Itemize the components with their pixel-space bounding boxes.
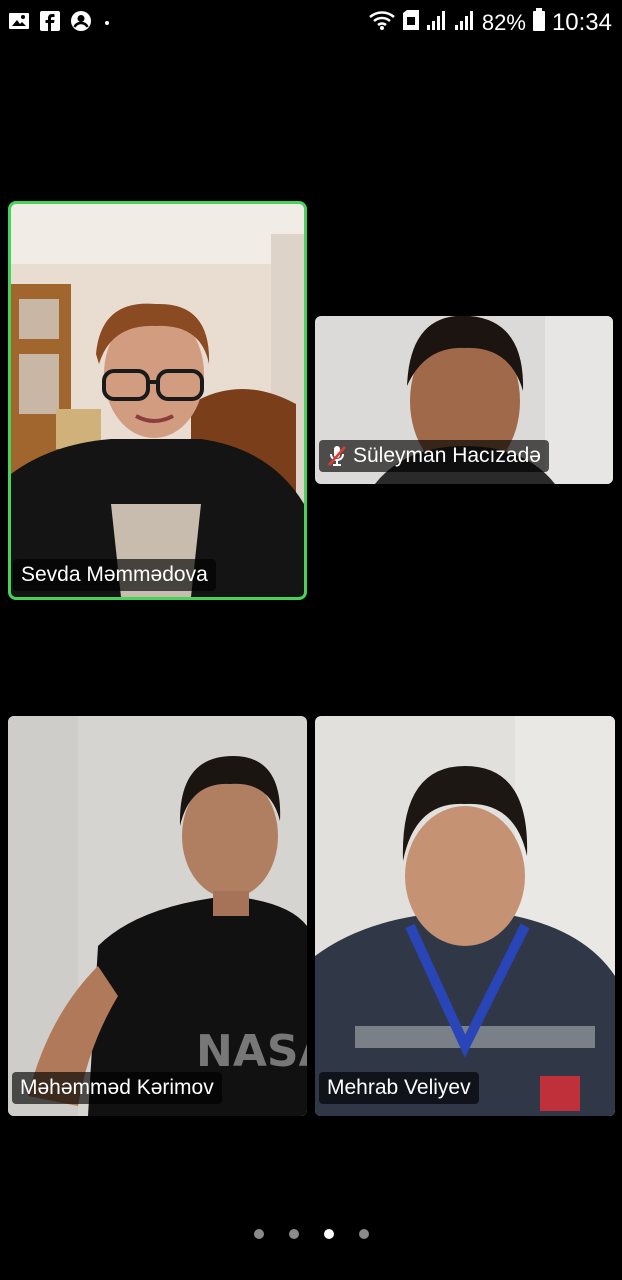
- signal-icon: [426, 9, 448, 36]
- status-left-icons: [8, 10, 112, 37]
- participant-name: Mehrab Veliyev: [327, 1076, 471, 1099]
- battery-percent: 82%: [481, 9, 526, 35]
- wifi-icon: [368, 9, 396, 36]
- clock: 10:34: [551, 8, 612, 36]
- video-feed: [315, 716, 615, 1116]
- mic-muted-icon: [327, 444, 347, 468]
- participant-name-chip: Məhəmməd Kərimov: [12, 1072, 222, 1104]
- shirt-logo: NASA: [196, 1026, 307, 1077]
- gallery-icon: [8, 11, 30, 36]
- participant-name: Məhəmməd Kərimov: [20, 1076, 214, 1099]
- facebook-icon: [40, 11, 60, 36]
- participant-name: Sevda Məmmədova: [21, 563, 208, 586]
- participant-name: Süleyman Hacızadə: [353, 444, 541, 467]
- page-dot-2[interactable]: [288, 1229, 299, 1239]
- account-icon: [70, 10, 92, 37]
- video-feed: NASA: [8, 716, 307, 1116]
- status-bar: 82% 10:34: [0, 0, 622, 44]
- video-tile-sevda[interactable]: Sevda Məmmədova: [8, 201, 307, 600]
- page-indicator: [0, 1229, 622, 1239]
- status-right-icons: 82% 10:34: [368, 8, 612, 37]
- participant-name-chip: Sevda Məmmədova: [13, 559, 216, 591]
- participant-name-chip: Mehrab Veliyev: [319, 1072, 479, 1104]
- page-dot-1[interactable]: [253, 1229, 264, 1239]
- video-feed: [11, 204, 304, 597]
- video-tile-mehemmed[interactable]: NASA Məhəmməd Kərimov: [8, 716, 307, 1116]
- page-dot-3[interactable]: [323, 1229, 334, 1239]
- sim-icon: [402, 9, 420, 36]
- page-dot-4[interactable]: [358, 1229, 369, 1239]
- participant-name-chip: Süleyman Hacızadə: [319, 440, 549, 472]
- signal-icon: [454, 9, 476, 36]
- video-tile-suleyman[interactable]: Süleyman Hacızadə: [315, 316, 613, 484]
- battery-icon: [532, 8, 546, 37]
- video-tile-mehrab[interactable]: Mehrab Veliyev: [315, 716, 615, 1116]
- dot-icon: [102, 15, 112, 33]
